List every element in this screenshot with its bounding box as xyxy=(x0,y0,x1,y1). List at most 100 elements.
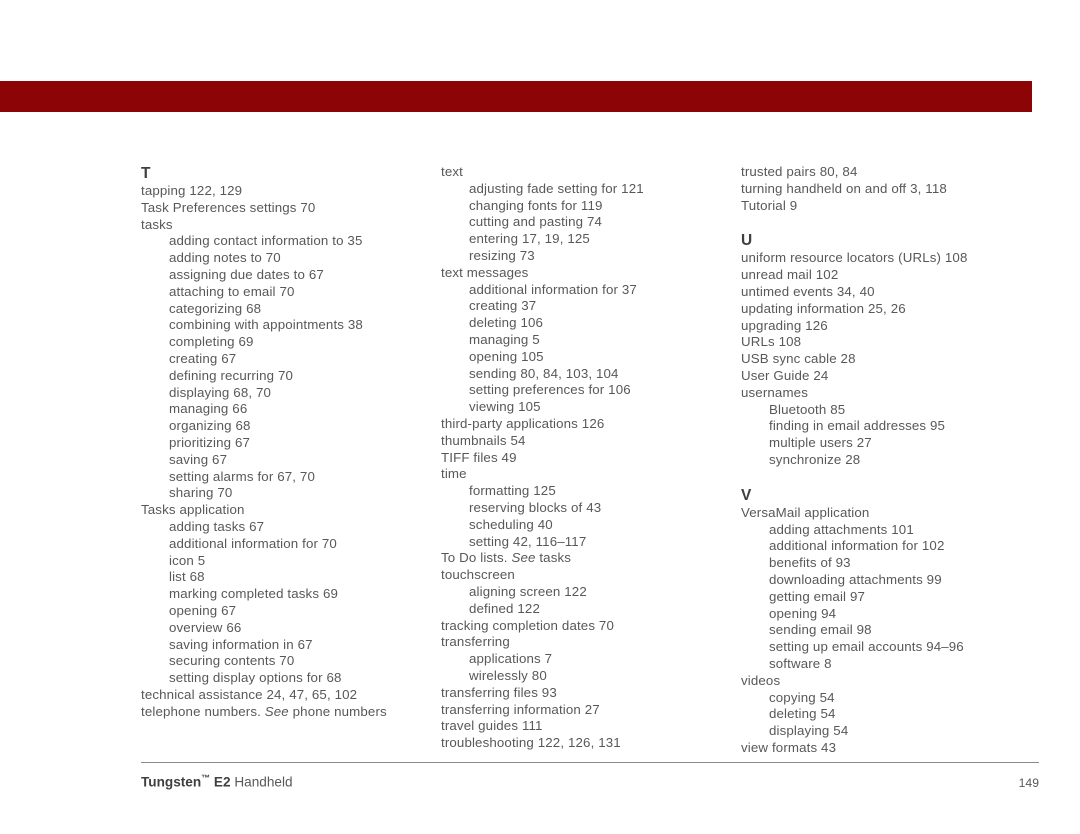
index-subentry: scheduling 40 xyxy=(469,516,553,532)
index-entry: tapping 122, 129 xyxy=(141,183,243,198)
index-subentry: changing fonts for 119 xyxy=(469,197,603,213)
index-entry: usernames xyxy=(741,384,808,400)
index-subentry: managing 5 xyxy=(469,331,540,347)
index-subentry: synchronize 28 xyxy=(769,451,861,467)
index-subentry: completing 69 xyxy=(169,334,254,350)
index-entry: User Guide 24 xyxy=(741,367,829,383)
index-subentry: wirelessly 80 xyxy=(469,667,547,683)
index-entry: tasks xyxy=(141,216,173,232)
index-subentry: cutting and pasting 74 xyxy=(469,214,603,230)
index-section-letter: V xyxy=(741,486,752,504)
index-entry: time xyxy=(441,466,467,482)
index-subentry: defined 122 xyxy=(469,600,540,616)
index-subentry: setting up email accounts 94–96 xyxy=(769,639,964,655)
index-entry: tracking completion dates 70 xyxy=(441,617,614,633)
index-columns: Ttapping 122, 129 Task Preferences settin… xyxy=(141,164,1039,757)
index-subentry: sending email 98 xyxy=(769,622,872,638)
index-subentry: assigning due dates to 67 xyxy=(169,266,324,282)
index-subentry: displaying 68, 70 xyxy=(169,384,272,400)
index-subentry: overview 66 xyxy=(169,619,242,635)
index-subentry: setting preferences for 106 xyxy=(469,382,631,398)
index-subentry: categorizing 68 xyxy=(169,300,262,316)
index-entry: troubleshooting 122, 126, 131 xyxy=(441,735,621,751)
index-subentry: saving 67 xyxy=(169,451,228,467)
index-subentry: adding contact information to 35 xyxy=(169,233,363,249)
index-subentry: copying 54 xyxy=(769,689,835,705)
index-entry: text xyxy=(441,164,463,179)
index-subentry: applications 7 xyxy=(469,651,553,667)
index-entry: To Do lists. See tasks xyxy=(441,550,572,566)
index-subentry: marking completed tasks 69 xyxy=(169,586,339,602)
index-subentry: icon 5 xyxy=(169,552,206,568)
index-column-3: trusted pairs 80, 84 turning handheld on … xyxy=(741,164,1039,757)
index-subentry: aligning screen 122 xyxy=(469,583,587,599)
page-footer: Tungsten™ E2 Handheld 149 xyxy=(141,762,1039,790)
index-subentry: entering 17, 19, 125 xyxy=(469,231,590,247)
index-subentry: resizing 73 xyxy=(469,247,535,263)
index-subentry: setting display options for 68 xyxy=(169,670,342,686)
index-section-letter: T xyxy=(141,165,151,182)
index-subentry: benefits of 93 xyxy=(769,555,851,571)
index-subentry: setting 42, 116–117 xyxy=(469,533,587,549)
index-entry: touchscreen xyxy=(441,567,515,583)
index-subentry: sharing 70 xyxy=(169,485,233,501)
index-entry: trusted pairs 80, 84 xyxy=(741,164,858,179)
index-subentry: viewing 105 xyxy=(469,399,541,415)
index-column-2: text adjusting fade setting for 121 changi… xyxy=(441,164,741,752)
index-entry: uniform resource locators (URLs) 108 xyxy=(741,250,968,266)
index-entry: videos xyxy=(741,672,781,688)
index-subentry: opening 94 xyxy=(769,605,837,621)
index-subentry: prioritizing 67 xyxy=(169,434,251,450)
index-subentry: reserving blocks of 43 xyxy=(469,499,602,515)
footer-product-name: Handheld xyxy=(230,774,293,790)
index-entry: transferring files 93 xyxy=(441,684,557,700)
index-subentry: saving information in 67 xyxy=(169,636,313,652)
index-subentry: additional information for 70 xyxy=(169,535,337,551)
index-subentry: formatting 125 xyxy=(469,483,556,499)
index-section-letter: U xyxy=(741,232,753,250)
index-subentry: getting email 97 xyxy=(769,588,866,604)
index-column-1: Ttapping 122, 129 Task Preferences settin… xyxy=(141,164,441,721)
index-subentry: Bluetooth 85 xyxy=(769,401,846,417)
index-entry: unread mail 102 xyxy=(741,267,839,283)
trademark-icon: ™ xyxy=(201,773,211,783)
index-entry: transferring information 27 xyxy=(441,701,600,717)
index-entry: URLs 108 xyxy=(741,334,802,350)
index-subentry: organizing 68 xyxy=(169,418,251,434)
index-entry: turning handheld on and off 3, 118 xyxy=(741,180,947,196)
index-subentry: adding tasks 67 xyxy=(169,518,265,534)
index-entry: VersaMail application xyxy=(741,504,870,520)
index-entry: text messages xyxy=(441,264,529,280)
footer-model-name: E2 xyxy=(210,774,231,790)
index-subentry: list 68 xyxy=(169,569,205,585)
index-entry: updating information 25, 26 xyxy=(741,300,906,316)
index-entry: upgrading 126 xyxy=(741,317,828,333)
index-subentry: creating 37 xyxy=(469,298,537,314)
index-entry: view formats 43 xyxy=(741,739,837,755)
index-subentry: managing 66 xyxy=(169,401,248,417)
footer-row: Tungsten™ E2 Handheld 149 xyxy=(141,773,1039,790)
index-subentry: attaching to email 70 xyxy=(169,283,295,299)
index-subentry: additional information for 102 xyxy=(769,538,945,554)
index-subentry: sending 80, 84, 103, 104 xyxy=(469,365,619,381)
index-entry: telephone numbers. See phone numbers xyxy=(141,703,387,719)
page-number: 149 xyxy=(1018,775,1039,790)
index-entry: transferring xyxy=(441,634,510,650)
footer-divider xyxy=(141,762,1039,763)
index-subentry: multiple users 27 xyxy=(769,435,872,451)
index-subentry: adding attachments 101 xyxy=(769,521,914,537)
index-subentry: adding notes to 70 xyxy=(169,250,281,266)
index-entry: USB sync cable 28 xyxy=(741,351,856,367)
index-subentry: deleting 106 xyxy=(469,315,544,331)
index-entry: Tutorial 9 xyxy=(741,197,798,213)
footer-brand-name: Tungsten xyxy=(141,774,202,790)
index-subentry: finding in email addresses 95 xyxy=(769,418,946,434)
index-entry: thumbnails 54 xyxy=(441,432,526,448)
index-subentry: creating 67 xyxy=(169,350,237,366)
footer-document-title: Tungsten™ E2 Handheld xyxy=(141,773,293,790)
index-subentry: downloading attachments 99 xyxy=(769,571,942,587)
index-entry: TIFF files 49 xyxy=(441,449,517,465)
index-entry: third-party applications 126 xyxy=(441,415,605,431)
index-subentry: defining recurring 70 xyxy=(169,367,294,383)
index-subentry: opening 67 xyxy=(169,602,237,618)
